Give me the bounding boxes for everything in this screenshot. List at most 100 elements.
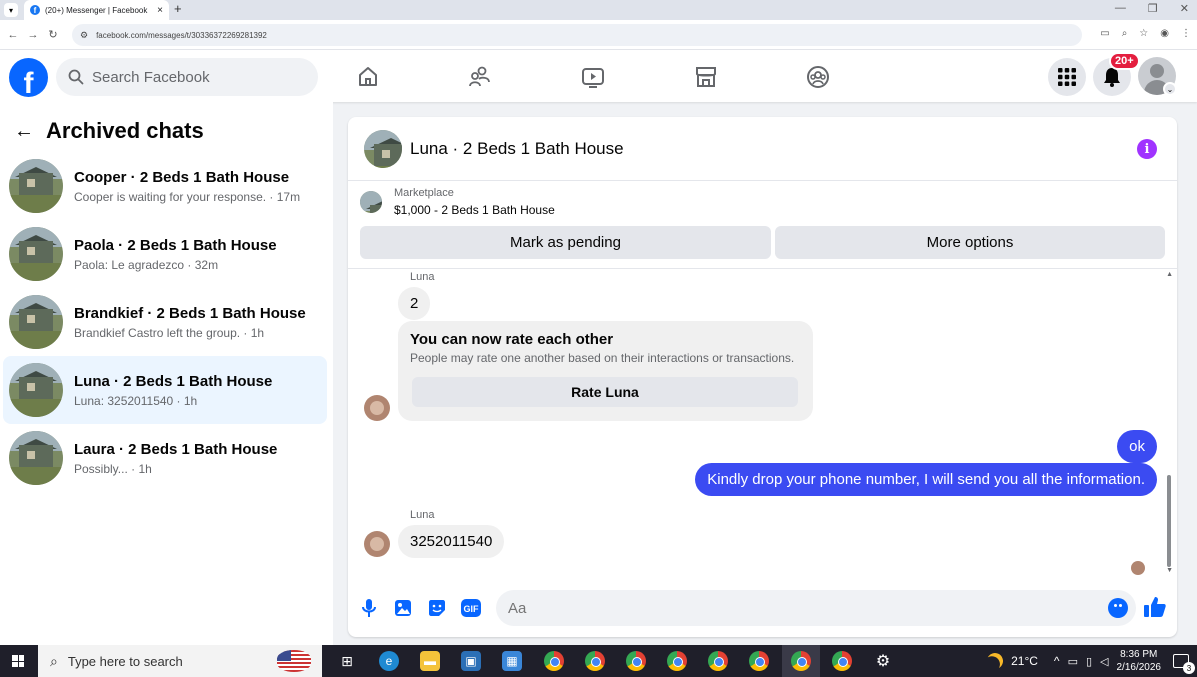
chrome-icon[interactable]: [749, 651, 769, 671]
close-window-icon[interactable]: ✕: [1180, 2, 1189, 15]
archived-chats-sidebar: ← Archived chats Cooper · 2 Beds 1 Bath …: [0, 102, 333, 645]
battery-icon[interactable]: ▯: [1086, 655, 1092, 668]
tab-title: (20+) Messenger | Facebook: [45, 5, 148, 15]
marketplace-icon[interactable]: [693, 64, 719, 90]
watch-icon[interactable]: [580, 64, 606, 90]
home-icon[interactable]: [355, 64, 381, 90]
settings-gear-icon[interactable]: ⚙: [873, 651, 893, 671]
chat-item-cooper[interactable]: Cooper · 2 Beds 1 Bath House Cooper is wa…: [3, 152, 327, 220]
mark-pending-button[interactable]: Mark as pending: [360, 226, 771, 259]
chrome-icon[interactable]: [585, 651, 605, 671]
bookmark-star-icon[interactable]: ☆: [1139, 28, 1148, 39]
incoming-message[interactable]: 2: [398, 287, 431, 320]
chrome-icon[interactable]: [832, 651, 852, 671]
rate-subtitle: People may rate one another based on the…: [410, 351, 795, 365]
chat-preview: Luna: 3252011540 · 1h: [74, 393, 198, 408]
groups-icon[interactable]: [805, 64, 831, 90]
notification-center-count: 3: [1183, 662, 1195, 674]
photos-app-icon[interactable]: ▣: [461, 651, 481, 671]
minimize-icon[interactable]: —: [1115, 2, 1126, 15]
conversation-title[interactable]: Luna · 2 Beds 1 Bath House: [410, 139, 624, 159]
chat-name: Brandkief · 2 Beds 1 Bath House: [74, 304, 306, 322]
file-explorer-icon[interactable]: ▬: [420, 651, 440, 671]
incoming-message[interactable]: 3252011540: [398, 525, 505, 558]
back-icon[interactable]: ←: [6, 29, 20, 41]
chat-item-paola[interactable]: Paola · 2 Beds 1 Bath House Paola: Le agr…: [3, 220, 327, 288]
forward-icon[interactable]: →: [26, 29, 40, 41]
browser-menu-icon[interactable]: ⋮: [1181, 28, 1191, 39]
facebook-favicon-icon: f: [30, 5, 40, 15]
conversation-thumbnail[interactable]: [364, 129, 402, 168]
task-view-icon[interactable]: ⊞: [337, 651, 357, 671]
facebook-logo-icon[interactable]: f: [9, 58, 48, 97]
bell-icon: [1104, 68, 1120, 87]
chrome-icon[interactable]: [708, 651, 728, 671]
scrollbar-thumb[interactable]: [1167, 475, 1171, 567]
chat-item-luna[interactable]: Luna · 2 Beds 1 Bath House Luna: 32520115…: [3, 356, 327, 424]
notifications-button[interactable]: 20+: [1093, 52, 1140, 96]
chevron-down-icon[interactable]: ⌄: [1163, 82, 1177, 96]
chrome-icon[interactable]: [544, 651, 564, 671]
sticker-icon[interactable]: [426, 597, 448, 619]
listing-thumbnail: [9, 363, 63, 417]
profile-icon[interactable]: ◉: [1160, 28, 1169, 39]
zoom-icon[interactable]: ⌕: [1122, 28, 1128, 39]
reload-icon[interactable]: ↻: [46, 28, 60, 41]
contact-avatar[interactable]: [364, 395, 390, 421]
new-tab-button[interactable]: +: [174, 1, 182, 16]
store-icon[interactable]: ▦: [502, 651, 522, 671]
more-options-button[interactable]: More options: [775, 226, 1165, 259]
temperature[interactable]: 21°C: [1011, 654, 1038, 668]
chat-preview: Possibly... · 1h: [74, 461, 152, 476]
marketplace-label: Marketplace: [394, 187, 454, 199]
tab-search-button[interactable]: ▾: [4, 3, 18, 17]
photo-icon[interactable]: [392, 597, 414, 619]
notification-badge: 20+: [1109, 52, 1140, 70]
like-thumb-icon[interactable]: [1143, 595, 1167, 619]
chrome-icon[interactable]: [791, 651, 811, 671]
clock-time: 8:36 PM: [1120, 649, 1158, 660]
emoji-icon[interactable]: [1108, 598, 1128, 618]
outgoing-message[interactable]: ok: [1117, 430, 1157, 463]
friends-icon[interactable]: [467, 64, 493, 90]
outgoing-message[interactable]: Kindly drop your phone number, I will se…: [695, 463, 1157, 496]
contact-avatar[interactable]: [364, 531, 390, 557]
chrome-icon[interactable]: [667, 651, 687, 671]
back-arrow-icon[interactable]: ←: [14, 120, 34, 143]
taskbar-clock[interactable]: 8:36 PM 2/16/2026: [1117, 648, 1162, 674]
scroll-down-arrow-icon[interactable]: ▼: [1166, 567, 1173, 574]
chrome-icon[interactable]: [626, 651, 646, 671]
tab-close-icon[interactable]: ×: [157, 5, 163, 16]
chat-item-laura[interactable]: Laura · 2 Beds 1 Bath House Possibly... ·…: [3, 424, 327, 492]
rate-luna-button[interactable]: Rate Luna: [412, 377, 798, 407]
url-field[interactable]: ⚙ facebook.com/messages/t/30336372269281…: [72, 24, 1082, 46]
menu-grid-icon[interactable]: [1048, 58, 1086, 96]
tray-chevron-icon[interactable]: ^: [1054, 654, 1060, 668]
windows-start-icon[interactable]: [12, 655, 24, 667]
flag-widget-icon[interactable]: [277, 650, 311, 672]
search-input[interactable]: [92, 68, 292, 86]
weather-moon-icon[interactable]: [985, 651, 1006, 672]
notification-center-icon[interactable]: 3: [1173, 654, 1195, 674]
listing-thumbnail: [360, 191, 382, 213]
facebook-search[interactable]: [56, 58, 318, 96]
chat-item-brandkief[interactable]: Brandkief · 2 Beds 1 Bath House Brandkief…: [3, 288, 327, 356]
chat-preview: Cooper is waiting for your response. · 1…: [74, 189, 301, 204]
volume-icon[interactable]: ◁: [1100, 655, 1108, 668]
marketplace-listing[interactable]: Marketplace $1,000 - 2 Beds 1 Bath House: [360, 187, 555, 217]
message-input[interactable]: [508, 599, 1088, 617]
network-icon[interactable]: ▭: [1068, 655, 1078, 668]
svg-text:GIF: GIF: [464, 604, 480, 614]
site-info-icon[interactable]: ⚙: [80, 30, 88, 41]
info-icon[interactable]: i: [1137, 139, 1157, 159]
chat-name: Laura · 2 Beds 1 Bath House: [74, 440, 278, 458]
gif-icon[interactable]: GIF: [460, 597, 482, 619]
edge-icon[interactable]: e: [379, 651, 399, 671]
scroll-up-arrow-icon[interactable]: ▲: [1166, 271, 1173, 278]
listing-thumbnail: [9, 159, 63, 213]
rate-card: You can now rate each other People may r…: [398, 321, 813, 421]
restore-icon[interactable]: ❐: [1148, 2, 1158, 15]
browser-tab[interactable]: f (20+) Messenger | Facebook ×: [24, 0, 169, 20]
cast-icon[interactable]: ▭: [1100, 28, 1109, 39]
microphone-icon[interactable]: [358, 597, 380, 619]
